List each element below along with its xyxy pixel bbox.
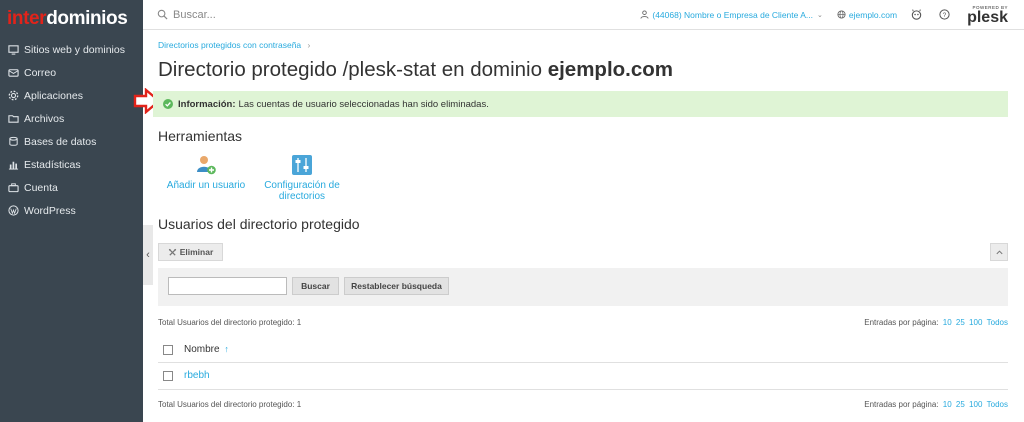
chevron-up-icon — [995, 249, 1003, 254]
sidebar-collapse-handle[interactable]: ‹ — [143, 225, 153, 285]
sidebar-item-label: Aplicaciones — [24, 89, 83, 102]
info-label: Información: — [178, 98, 236, 110]
sidebar-item-label: Estadísticas — [24, 158, 81, 171]
per-page-selector-bottom: Entradas por página: 10 25 100 Todos — [864, 400, 1008, 409]
sidebar-item-databases[interactable]: Bases de datos — [0, 130, 143, 153]
column-header-name[interactable]: Nombre ↑ — [184, 344, 229, 355]
sidebar-item-label: Sitios web y dominios — [24, 43, 125, 56]
total-count-bottom: Total Usuarios del directorio protegido:… — [158, 400, 302, 409]
top-bar: Buscar... (44068) Nombre o Empresa de Cl… — [143, 0, 1024, 30]
sidebar-item-statistics[interactable]: Estadísticas — [0, 153, 143, 176]
info-text: Las cuentas de usuario seleccionadas han… — [238, 98, 489, 110]
account-menu[interactable]: (44068) Nombre o Empresa de Cliente A...… — [640, 10, 823, 20]
reset-search-button[interactable]: Restablecer búsqueda — [344, 277, 449, 295]
breadcrumb-link[interactable]: Directorios protegidos con contraseña — [158, 40, 301, 50]
domain-name: ejemplo.com — [848, 9, 898, 20]
sidebar-item-files[interactable]: Archivos — [0, 107, 143, 130]
directory-settings-label-line2: directorios — [278, 191, 326, 202]
check-circle-icon — [163, 99, 173, 109]
account-name: (44068) Nombre o Empresa de Cliente A... — [652, 9, 814, 20]
sidebar-item-label: Cuenta — [24, 181, 58, 194]
user-icon — [640, 10, 649, 19]
table-divider — [158, 389, 1008, 390]
users-heading: Usuarios del directorio protegido — [158, 216, 360, 232]
sidebar-item-applications[interactable]: Aplicaciones — [0, 84, 143, 107]
search-input[interactable]: Buscar... — [157, 9, 216, 21]
chevron-down-icon: ⌄ — [817, 11, 823, 19]
collapse-list-button[interactable] — [990, 243, 1008, 261]
add-user-tool[interactable]: Añadir un usuario — [166, 154, 246, 191]
chevron-left-icon: ‹ — [146, 249, 150, 261]
sidebar-item-label: Archivos — [24, 112, 65, 125]
monitor-icon — [8, 44, 19, 55]
sidebar-item-label: Bases de datos — [24, 135, 97, 148]
search-button[interactable]: Buscar — [292, 277, 339, 295]
help-button[interactable]: ? — [939, 9, 953, 20]
folder-icon — [8, 113, 19, 124]
mascot-icon — [911, 9, 922, 20]
brand-logo-part1: inter — [7, 8, 47, 29]
user-name-link[interactable]: rbebh — [184, 370, 210, 381]
column-header-label: Nombre — [184, 344, 220, 355]
brand-logo-part2: dominios — [46, 8, 128, 29]
per-page-selector: Entradas por página: 10 25 100 Todos — [864, 318, 1008, 327]
directory-settings-tool[interactable]: Configuración de directorios — [262, 154, 342, 202]
breadcrumb-separator: › — [307, 40, 311, 50]
page-title-prefix: Directorio protegido /plesk-stat en domi… — [158, 58, 542, 81]
wordpress-icon — [8, 205, 19, 216]
page-title: Directorio protegido /plesk-stat en domi… — [158, 58, 673, 82]
sidebar-item-wordpress[interactable]: WordPress — [0, 199, 143, 222]
mascot-button[interactable] — [911, 9, 925, 20]
mail-icon — [8, 67, 19, 78]
per-page-10[interactable]: 10 — [943, 400, 952, 409]
sort-ascending-icon: ↑ — [224, 344, 229, 354]
search-placeholder: Buscar... — [173, 8, 216, 21]
user-search-input[interactable] — [168, 277, 287, 295]
database-icon — [8, 136, 19, 147]
settings-sliders-icon — [292, 155, 312, 175]
search-icon — [157, 9, 168, 20]
sidebar: inter dominios Sitios web y dominios Corr… — [0, 0, 143, 422]
tools-heading: Herramientas — [158, 128, 243, 144]
page-title-domain: ejemplo.com — [547, 58, 674, 81]
search-filter-bar: Buscar Restablecer búsqueda — [158, 268, 1008, 306]
per-page-25[interactable]: 25 — [956, 400, 965, 409]
sidebar-item-label: WordPress — [24, 204, 76, 217]
sidebar-item-label: Correo — [24, 66, 57, 79]
table-divider — [158, 362, 1008, 363]
briefcase-icon — [8, 182, 19, 193]
svg-text:?: ? — [943, 12, 947, 19]
delete-icon — [168, 248, 176, 256]
delete-label: Eliminar — [179, 247, 214, 257]
per-page-100[interactable]: 100 — [969, 318, 982, 327]
select-all-checkbox[interactable] — [163, 345, 173, 355]
row-checkbox[interactable] — [163, 371, 173, 381]
sidebar-item-mail[interactable]: Correo — [0, 61, 143, 84]
directory-settings-label-line1: Configuración de — [264, 180, 340, 191]
breadcrumb[interactable]: Directorios protegidos con contraseña › — [158, 40, 310, 50]
help-icon: ? — [939, 9, 950, 20]
globe-icon — [837, 10, 846, 19]
per-page-10[interactable]: 10 — [943, 318, 952, 327]
bar-chart-icon — [8, 159, 19, 170]
per-page-all[interactable]: Todos — [987, 400, 1008, 409]
add-user-icon — [197, 156, 216, 175]
per-page-100[interactable]: 100 — [969, 400, 982, 409]
per-page-all[interactable]: Todos — [987, 318, 1008, 327]
brand-logo[interactable]: inter dominios — [0, 0, 143, 38]
plesk-wordmark: plesk — [967, 8, 1008, 26]
top-right-menu: (44068) Nombre o Empresa de Cliente A...… — [640, 5, 1024, 25]
info-message: Información: Las cuentas de usuario sele… — [153, 91, 1008, 117]
gear-icon — [8, 90, 19, 101]
add-user-label: Añadir un usuario — [166, 180, 246, 191]
sidebar-item-websites[interactable]: Sitios web y dominios — [0, 38, 143, 61]
total-count: Total Usuarios del directorio protegido:… — [158, 318, 302, 327]
per-page-25[interactable]: 25 — [956, 318, 965, 327]
sidebar-item-account[interactable]: Cuenta — [0, 176, 143, 199]
plesk-logo: POWERED BY plesk — [967, 5, 1008, 26]
per-page-label: Entradas por página: — [864, 400, 939, 409]
per-page-label: Entradas por página: — [864, 318, 939, 327]
domain-menu[interactable]: ejemplo.com — [837, 10, 897, 20]
delete-button[interactable]: Eliminar — [158, 243, 223, 261]
